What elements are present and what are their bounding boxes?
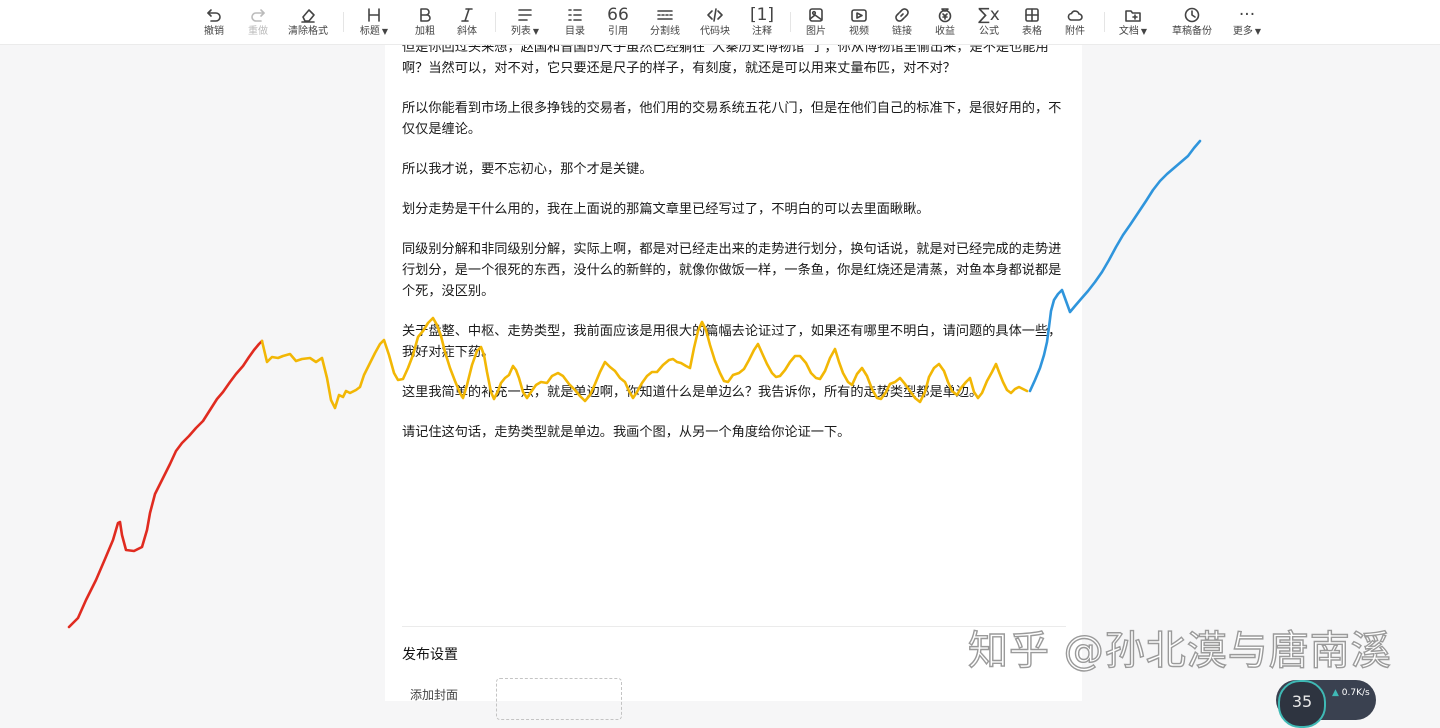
divider-button[interactable]: 分割线 (650, 4, 680, 40)
undo-icon (205, 4, 223, 26)
caret-down-icon: ▼ (1140, 27, 1148, 36)
add-cover-dropzone[interactable] (496, 678, 622, 720)
quote-button[interactable]: 66 引用 (606, 4, 630, 40)
draft-backup-button[interactable]: 草稿备份 (1172, 4, 1212, 40)
more-label: 更多 (1232, 26, 1253, 37)
draft-backup-label: 草稿备份 (1172, 26, 1212, 37)
video-label: 视频 (849, 26, 869, 37)
clear-format-label: 清除格式 (288, 26, 328, 37)
toc-button[interactable]: 目录 (563, 4, 587, 40)
watermark: 知乎 @孙北漠与唐南溪 (967, 627, 1392, 674)
bold-icon (416, 4, 434, 26)
bold-button[interactable]: 加粗 (413, 4, 437, 40)
heading-button[interactable]: 标题 ▼ (358, 4, 390, 40)
heading-label: 标题 (359, 26, 380, 37)
italic-button[interactable]: 斜体 (455, 4, 479, 40)
undo-button[interactable]: 撤销 (202, 4, 226, 40)
divider-icon (656, 4, 674, 26)
earnings-button[interactable]: 收益 (933, 4, 957, 40)
toolbar-divider (1104, 12, 1105, 32)
eraser-icon (299, 4, 317, 26)
link-button[interactable]: 链接 (890, 4, 914, 40)
divider-label: 分割线 (650, 26, 680, 37)
italic-icon (458, 4, 476, 26)
attachment-label: 附件 (1065, 26, 1085, 37)
section-divider (402, 626, 1066, 627)
folder-plus-icon (1124, 4, 1142, 26)
code-block-label: 代码块 (700, 26, 730, 37)
more-dots-icon: ··· (1238, 5, 1256, 25)
redo-label: 重做 (248, 26, 268, 37)
italic-label: 斜体 (457, 26, 477, 37)
toolbar-divider (790, 12, 791, 32)
formula-label: 公式 (979, 26, 999, 37)
image-button[interactable]: 图片 (804, 4, 828, 40)
editor-toolbar: 撤销 重做 清除格式 标题 ▼ 加粗 斜体 列表 ▼ 目录 66 引用 分割线 代码… (0, 0, 1440, 45)
money-bag-icon (936, 4, 954, 26)
toolbar-divider (343, 12, 344, 32)
paragraph[interactable]: 所以我才说，要不忘初心，那个才是关键。 (402, 159, 1068, 180)
publish-settings-title: 发布设置 (402, 647, 458, 663)
annotation-button[interactable]: [1] 注释 (750, 4, 774, 40)
paragraph[interactable]: 请记住这句话，走势类型就是单边。我画个图，从另一个角度给你论证一下。 (402, 422, 1068, 443)
list-icon (516, 4, 534, 26)
up-arrow-icon: ▲ (1332, 688, 1342, 698)
video-button[interactable]: 视频 (847, 4, 871, 40)
paragraph[interactable]: 所以你能看到市场上很多挣钱的交易者，他们用的交易系统五花八门，但是在他们自己的标… (402, 98, 1068, 140)
redo-icon (249, 4, 267, 26)
quote-label: 引用 (608, 26, 628, 37)
paragraph[interactable]: 这里我简单的补充一点，就是单边啊，你知道什么是单边么？我告诉你，所有的走势类型都… (402, 382, 1068, 403)
attachment-button[interactable]: 附件 (1063, 4, 1087, 40)
undo-label: 撤销 (204, 26, 224, 37)
link-label: 链接 (892, 26, 912, 37)
more-button[interactable]: ··· 更多 ▼ (1231, 4, 1263, 40)
annotation-label: 注释 (752, 26, 772, 37)
list-button[interactable]: 列表 ▼ (509, 4, 541, 40)
toolbar-divider (495, 12, 496, 32)
table-button[interactable]: 表格 (1020, 4, 1044, 40)
video-icon (850, 4, 868, 26)
image-icon (807, 4, 825, 26)
table-icon (1023, 4, 1041, 26)
bold-label: 加粗 (415, 26, 435, 37)
add-cover-label: 添加封面 (410, 688, 459, 702)
caret-down-icon: ▼ (532, 27, 540, 36)
paragraph[interactable]: 关于盘整、中枢、走势类型，我前面应该是用很大的篇幅去论证过了，如果还有哪里不明白… (402, 321, 1068, 363)
red-uptrend-stroke (67, 339, 264, 629)
list-label: 列表 (510, 26, 531, 37)
speed-rate-value: 0.7 (1341, 688, 1357, 698)
speed-rate-unit: K/s (1356, 688, 1370, 698)
heading-icon (365, 4, 383, 26)
document-button[interactable]: 文档 ▼ (1117, 4, 1149, 40)
cloud-icon (1066, 4, 1084, 26)
code-icon (706, 4, 724, 26)
toc-label: 目录 (565, 26, 585, 37)
speed-percent-gauge[interactable]: 35 (1278, 680, 1326, 728)
table-label: 表格 (1022, 26, 1042, 37)
footnote-icon: [1] (749, 5, 775, 25)
paragraph[interactable]: 同级别分解和非同级别分解，实际上啊，都是对已经走出来的走势进行划分，换句话说，就… (402, 239, 1068, 302)
article-body[interactable]: 但是你回过头来想，赵国和晋国的尺子虽然已经躺在“大秦历史博物馆”了，你从博物馆里… (402, 37, 1068, 462)
sigma-icon: ∑x (978, 5, 1000, 25)
clock-icon (1183, 4, 1201, 26)
speed-rate: ▲ 0.7K/s (1332, 688, 1370, 698)
clear-format-button[interactable]: 清除格式 (288, 4, 328, 40)
paragraph[interactable]: 划分走势是干什么用的，我在上面说的那篇文章里已经写过了，不明白的可以去里面瞅瞅。 (402, 199, 1068, 220)
link-icon (893, 4, 911, 26)
redo-button[interactable]: 重做 (246, 4, 270, 40)
document-label: 文档 (1118, 26, 1139, 37)
quote-icon: 66 (607, 5, 629, 25)
code-block-button[interactable]: 代码块 (700, 4, 730, 40)
earnings-label: 收益 (935, 26, 955, 37)
formula-button[interactable]: ∑x 公式 (977, 4, 1001, 40)
image-label: 图片 (806, 26, 826, 37)
caret-down-icon: ▼ (381, 27, 389, 36)
toc-icon (566, 4, 584, 26)
caret-down-icon: ▼ (1254, 27, 1262, 36)
